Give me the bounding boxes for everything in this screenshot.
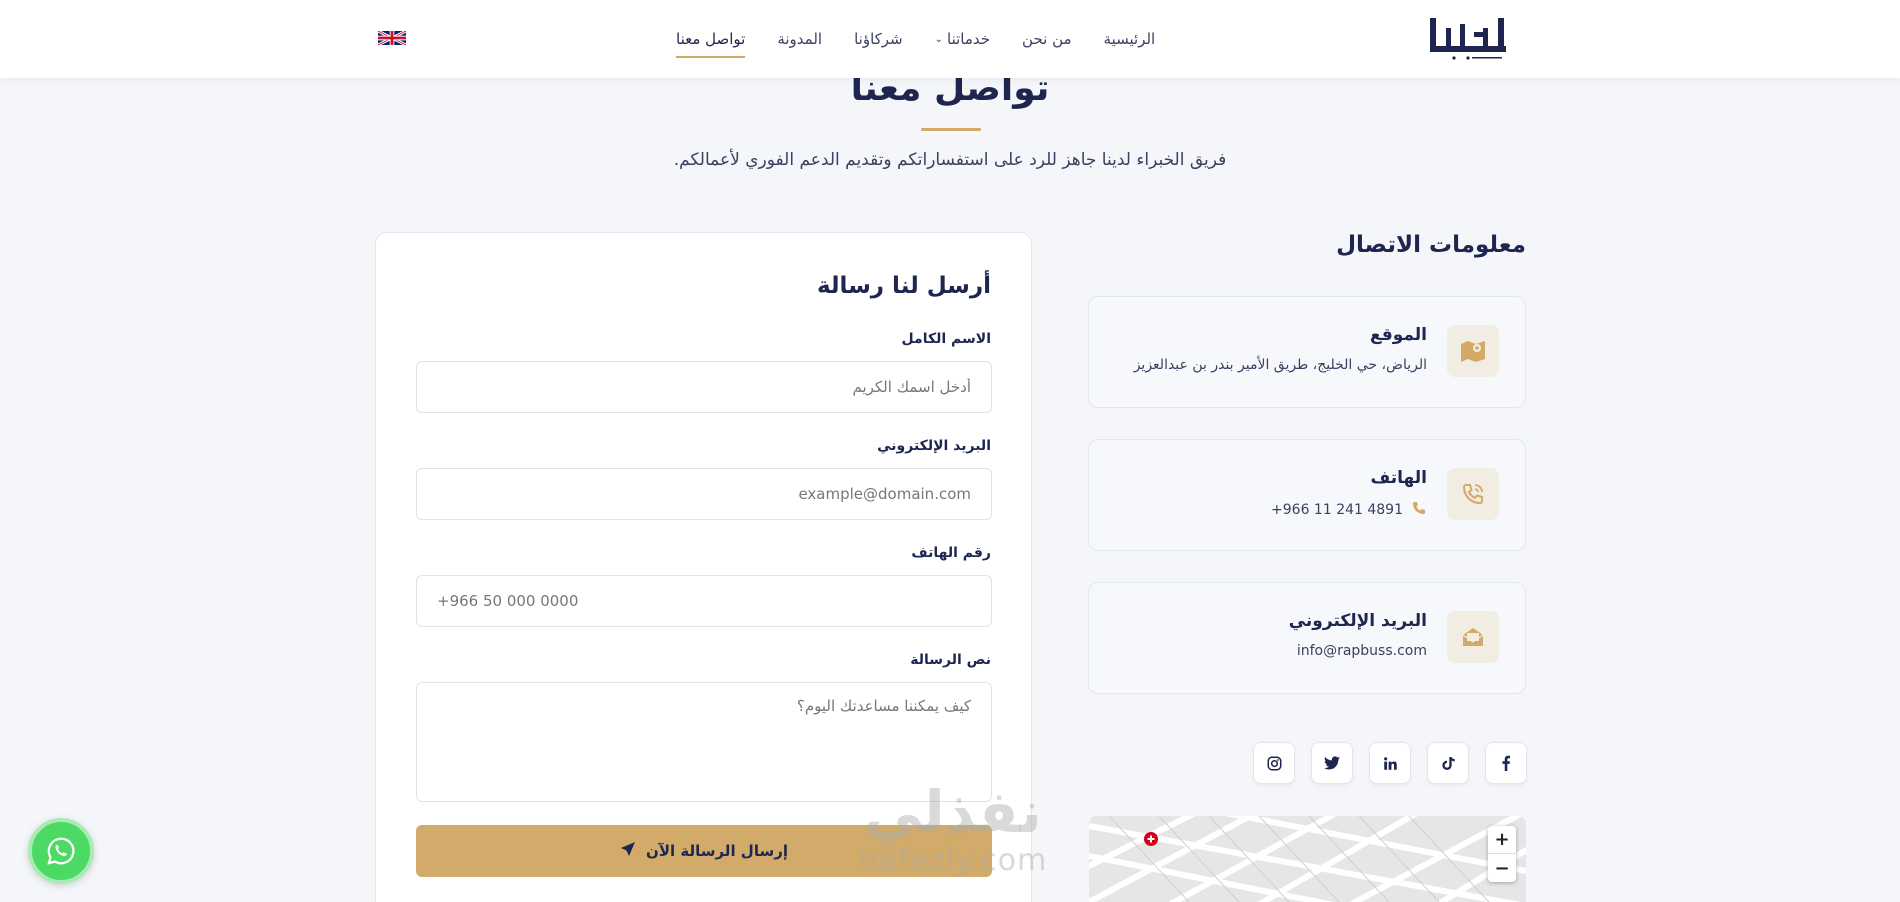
title-underline [921,128,981,131]
phone-value[interactable]: +966 11 241 4891 [1271,502,1403,518]
message-textarea[interactable] [416,682,992,802]
email-title: البريد الإلكتروني [1288,611,1427,631]
envelope-open-icon [1447,611,1499,663]
phone-row: +966 11 241 4891 [1271,500,1427,520]
instagram-icon[interactable] [1253,742,1295,784]
page-subtitle: فريق الخبراء لدينا جاهز للرد على استفسار… [673,150,1227,170]
main-nav: الرئيسية من نحن خدماتنا ⌄ شركاؤنا المدونة… [660,0,1171,78]
contact-info-title: معلومات الاتصال [1336,232,1526,258]
twitter-icon[interactable] [1311,742,1353,784]
nav-blog[interactable]: المدونة [761,0,838,78]
zoom-in-button[interactable]: + [1488,826,1516,854]
site-logo[interactable] [1428,14,1512,64]
phone-input[interactable] [416,575,992,627]
name-input[interactable] [416,361,992,413]
chevron-down-icon: ⌄ [934,33,944,45]
uk-flag-icon[interactable] [377,29,407,47]
linkedin-icon[interactable] [1369,742,1411,784]
top-navbar: الرئيسية من نحن خدماتنا ⌄ شركاؤنا المدونة… [0,0,1900,78]
phone-call-icon [1447,468,1499,520]
email-input[interactable] [416,468,992,520]
zoom-out-button[interactable]: − [1488,854,1516,882]
nav-services[interactable]: خدماتنا ⌄ [919,0,1006,78]
map-icon [1447,325,1499,377]
facebook-icon[interactable] [1485,742,1527,784]
location-title: الموقع [1369,325,1427,345]
nav-contact-label: تواصل معنا [676,30,746,48]
phone-label: رقم الهاتف [911,545,991,561]
email-label: البريد الإلكتروني [877,438,991,454]
form-title: أرسل لنا رسالة [816,273,991,299]
location-map[interactable]: + − [1089,816,1526,902]
nav-about-label: من نحن [1022,30,1072,48]
message-label: نص الرسالة [910,652,991,668]
nav-services-label: خدماتنا [947,30,991,48]
location-card: الموقع الرياض، حي الخليج، طريق الأمير بن… [1088,296,1526,408]
nav-contact[interactable]: تواصل معنا [660,0,761,78]
name-label: الاسم الكامل [901,331,991,347]
nav-home[interactable]: الرئيسية [1088,0,1172,78]
send-icon [620,841,636,861]
email-card: البريد الإلكتروني info@rapbuss.com [1088,582,1526,694]
phone-icon [1411,500,1427,520]
nav-blog-label: المدونة [777,30,823,48]
nav-partners-label: شركاؤنا [854,30,903,48]
phone-title: الهاتف [1370,468,1427,488]
location-value: الرياض، حي الخليج، طريق الأمير بندر بن ع… [1133,357,1427,373]
submit-label: إرسال الرسالة الآن [646,842,788,860]
contact-form: أرسل لنا رسالة الاسم الكامل البريد الإلك… [375,232,1032,902]
submit-button[interactable]: إرسال الرسالة الآن [416,825,992,877]
map-zoom-controls: + − [1488,826,1516,882]
nav-about[interactable]: من نحن [1006,0,1088,78]
whatsapp-icon[interactable] [28,818,94,884]
tiktok-icon[interactable] [1427,742,1469,784]
nav-home-label: الرئيسية [1103,30,1156,48]
phone-card: الهاتف +966 11 241 4891 [1088,439,1526,551]
email-value[interactable]: info@rapbuss.com [1297,643,1427,659]
nav-partners[interactable]: شركاؤنا [838,0,919,78]
